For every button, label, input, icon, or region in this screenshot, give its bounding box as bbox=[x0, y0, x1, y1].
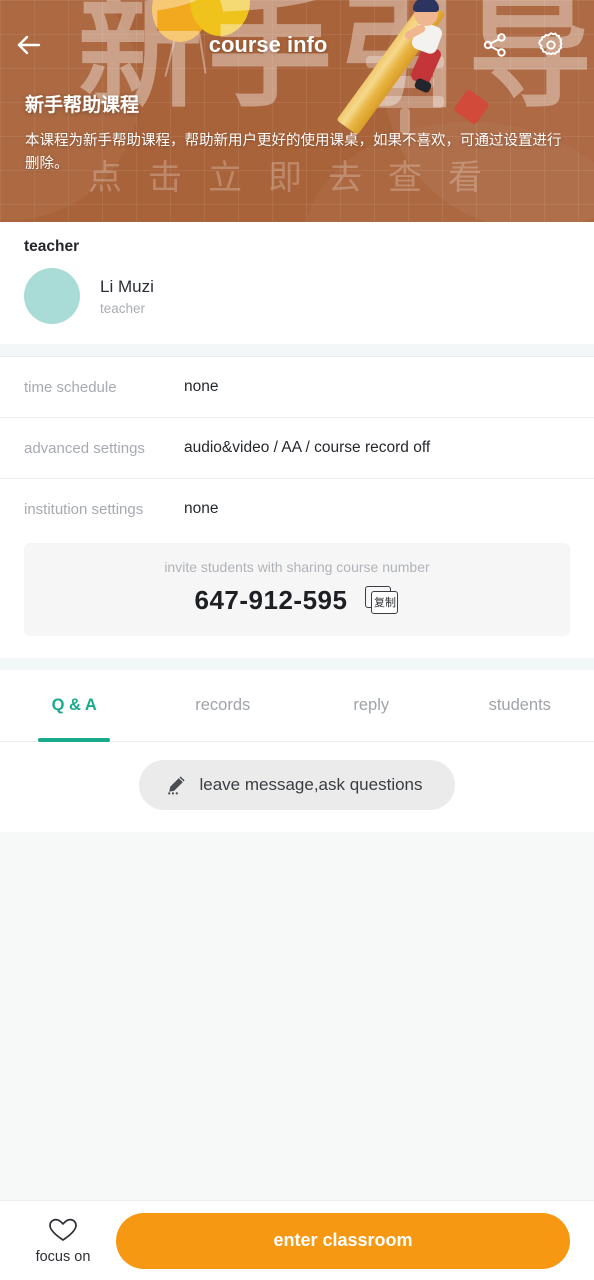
focus-on-label: focus on bbox=[35, 1248, 91, 1265]
section-divider-band bbox=[0, 658, 594, 670]
enter-classroom-button[interactable]: enter classroom bbox=[116, 1212, 570, 1269]
invite-code-row: 647-912-595 复制 bbox=[24, 585, 570, 616]
tabs-section: Q & A records reply students leave messa… bbox=[0, 670, 594, 832]
tab-qa[interactable]: Q & A bbox=[0, 670, 149, 742]
focus-on-button[interactable]: focus on bbox=[24, 1217, 102, 1265]
invite-caption: invite students with sharing course numb… bbox=[164, 559, 430, 575]
teacher-row[interactable]: Li Muzi teacher bbox=[24, 268, 570, 324]
info-label: advanced settings bbox=[24, 439, 145, 457]
back-button[interactable] bbox=[0, 22, 58, 68]
bottom-action-bar: focus on enter classroom bbox=[0, 1200, 594, 1280]
section-divider-band bbox=[0, 344, 594, 356]
tab-bar: Q & A records reply students bbox=[0, 670, 594, 742]
top-actions-group bbox=[478, 28, 594, 62]
gear-icon bbox=[538, 32, 563, 56]
info-label: institution settings bbox=[24, 500, 144, 518]
info-label: time schedule bbox=[24, 378, 117, 396]
settings-button[interactable] bbox=[534, 28, 568, 62]
tab-reply[interactable]: reply bbox=[297, 670, 446, 742]
arrow-left-icon bbox=[17, 35, 41, 55]
pencil-boy-illustration bbox=[336, 0, 520, 136]
copy-icon: 复制 bbox=[371, 590, 399, 614]
info-value: audio&video / AA / course record off bbox=[184, 439, 431, 456]
course-hero-banner: 新手引导 点击立即去查看 course info 新手帮助课程 本课程为新手帮助… bbox=[0, 0, 594, 222]
leave-message-button[interactable]: leave message,ask questions bbox=[139, 760, 455, 810]
message-button-wrap: leave message,ask questions bbox=[0, 742, 594, 832]
info-row-institution-settings[interactable]: institution settings none bbox=[0, 479, 594, 539]
course-description: 本课程为新手帮助课程，帮助新用户更好的使用课桌，如果不喜欢，可通过设置进行删除。 bbox=[25, 133, 562, 173]
info-value: none bbox=[184, 378, 219, 395]
tab-records[interactable]: records bbox=[149, 670, 298, 742]
info-value: none bbox=[184, 500, 219, 517]
teacher-role: teacher bbox=[100, 301, 146, 317]
info-row-time-schedule[interactable]: time schedule none bbox=[0, 357, 594, 417]
info-row-advanced-settings[interactable]: advanced settings audio&video / AA / cou… bbox=[0, 418, 594, 478]
course-number: 647-912-595 bbox=[194, 585, 348, 615]
leave-message-label: leave message,ask questions bbox=[199, 775, 423, 794]
teacher-name: Li Muzi bbox=[100, 276, 154, 296]
share-button[interactable] bbox=[478, 28, 512, 62]
heart-icon bbox=[49, 1218, 77, 1241]
copy-button[interactable]: 复制 bbox=[365, 585, 399, 616]
share-icon bbox=[483, 33, 506, 57]
page-title: course info bbox=[208, 32, 328, 57]
pencil-icon bbox=[168, 776, 186, 795]
tab-content-empty-area bbox=[0, 832, 594, 1200]
course-info-screen: 新手引导 点击立即去查看 course info 新手帮助课程 本课程为新手帮助… bbox=[0, 0, 594, 1280]
tab-students[interactable]: students bbox=[446, 670, 594, 742]
teacher-section: teacher Li Muzi teacher bbox=[0, 222, 594, 344]
teacher-meta: Li Muzi teacher bbox=[100, 276, 154, 317]
course-title: 新手帮助课程 bbox=[25, 94, 140, 116]
teacher-section-label: teacher bbox=[24, 238, 80, 255]
avatar bbox=[24, 268, 80, 324]
invite-section: invite students with sharing course numb… bbox=[0, 539, 594, 658]
top-navigation-bar: course info bbox=[0, 22, 594, 68]
invite-card: invite students with sharing course numb… bbox=[24, 543, 570, 636]
